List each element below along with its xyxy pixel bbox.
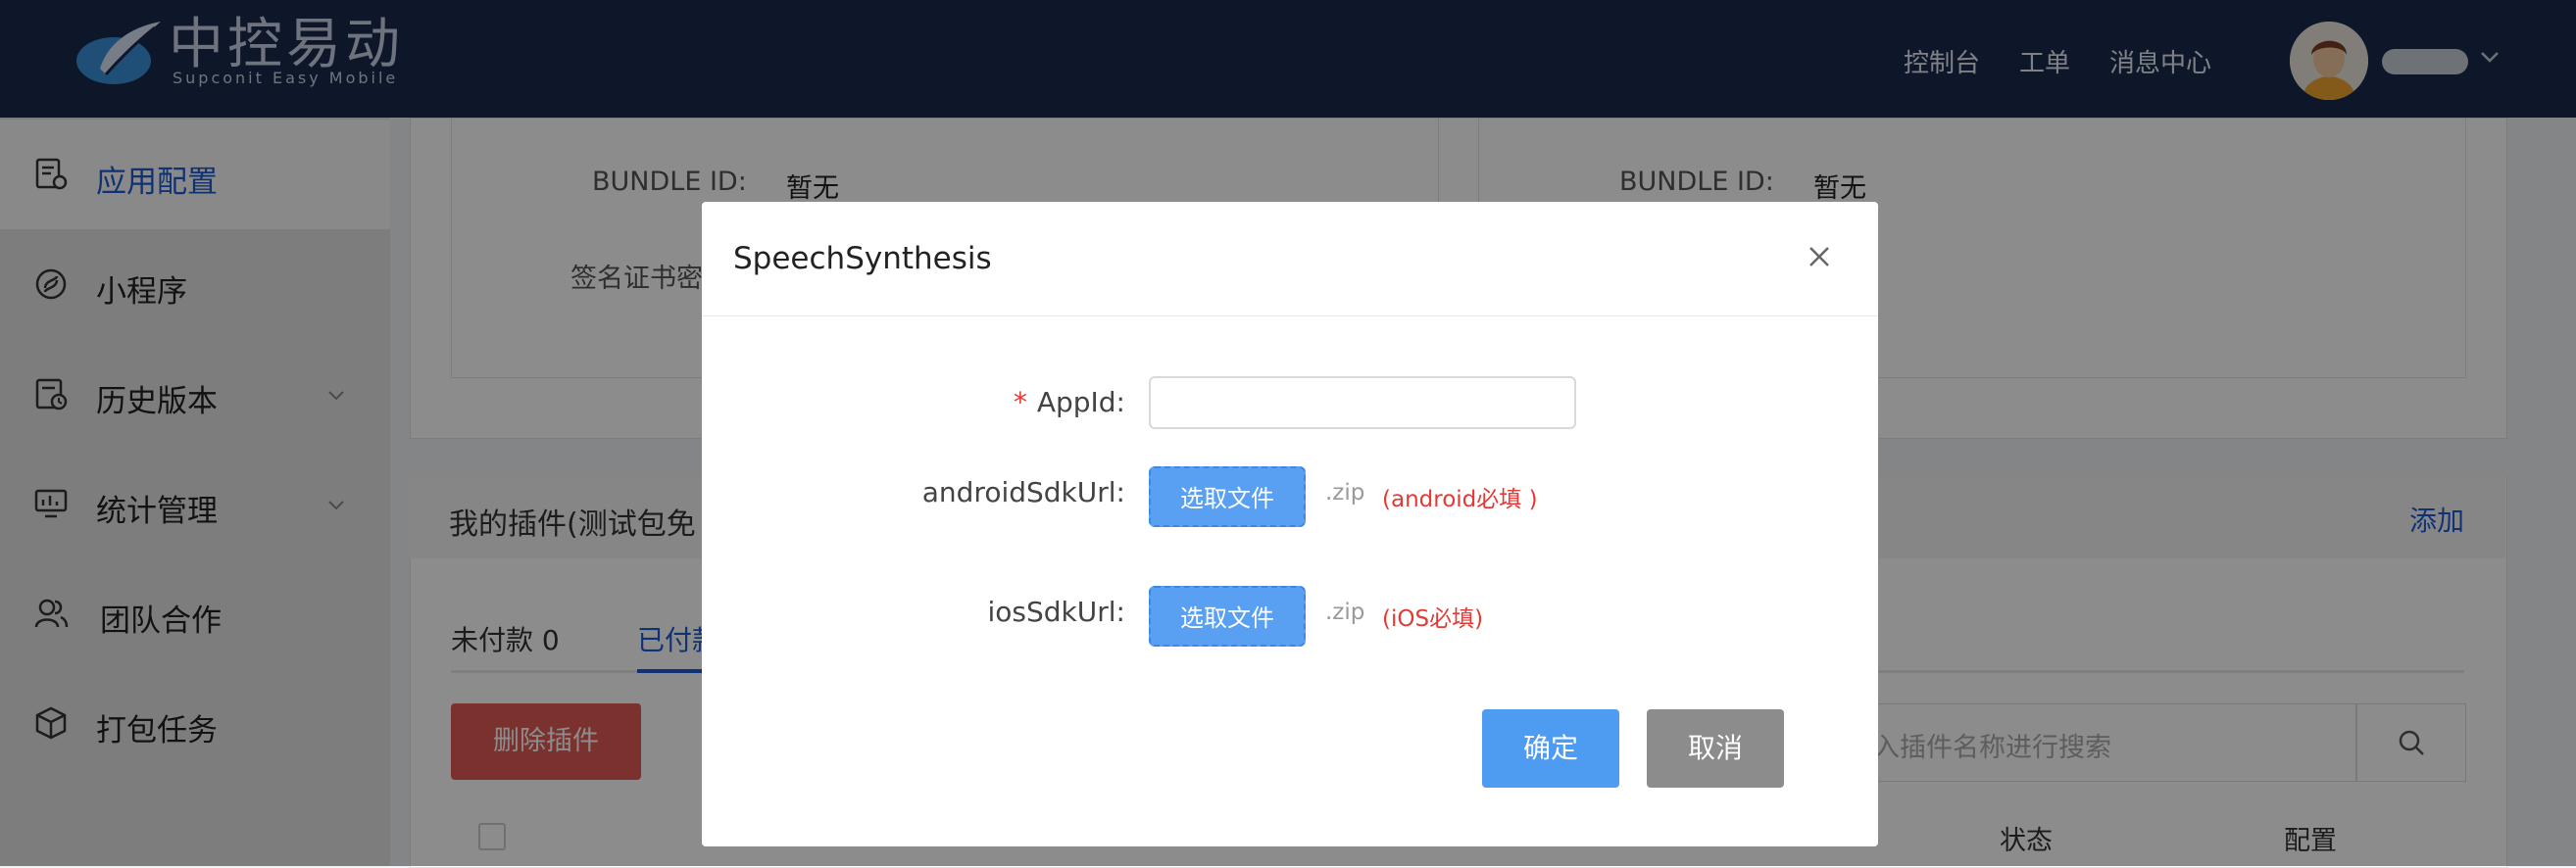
appid-label: * AppId: xyxy=(702,386,1125,418)
appid-input[interactable] xyxy=(1149,376,1576,429)
dialog-title: SpeechSynthesis xyxy=(733,241,992,276)
required-asterisk: * xyxy=(1013,386,1027,418)
android-required-hint: (android必填 ) xyxy=(1382,487,1538,512)
android-sdk-url-label: androidSdkUrl: xyxy=(921,476,1125,508)
android-sdk-upload-button[interactable]: 选取文件 xyxy=(1149,466,1306,527)
android-file-ext: .zip xyxy=(1325,480,1365,506)
dialog-divider xyxy=(702,315,1878,316)
plugin-config-dialog: SpeechSynthesis * AppId: androidSdkUrl: 选… xyxy=(702,202,1878,846)
ios-file-ext: .zip xyxy=(1325,600,1365,625)
ios-required-hint: (iOS必填) xyxy=(1382,606,1484,632)
confirm-button[interactable]: 确定 xyxy=(1482,709,1619,788)
ios-sdk-upload-button[interactable]: 选取文件 xyxy=(1149,586,1306,647)
cancel-button[interactable]: 取消 xyxy=(1647,709,1784,788)
appid-label-text: AppId: xyxy=(1036,386,1125,418)
close-icon[interactable] xyxy=(1804,241,1835,272)
ios-sdk-url-label: iosSdkUrl: xyxy=(987,596,1125,628)
